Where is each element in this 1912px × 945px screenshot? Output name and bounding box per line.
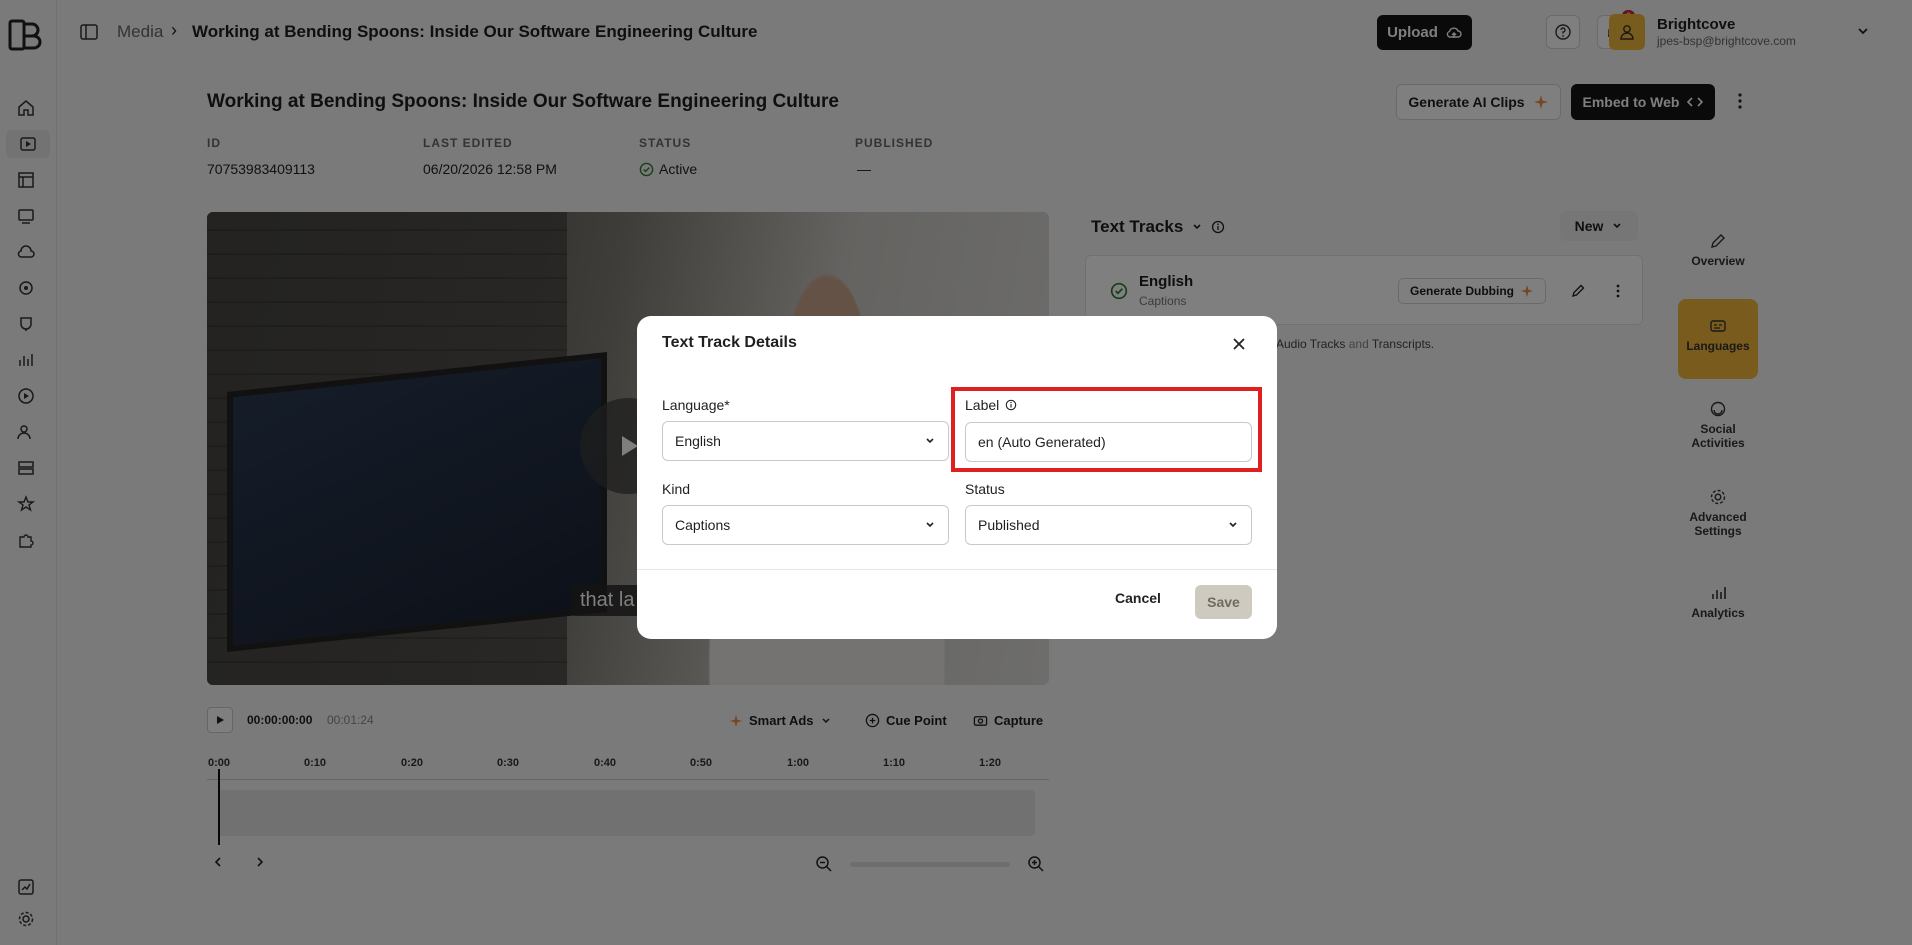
kind-label: Kind — [662, 481, 691, 497]
kind-select[interactable]: Captions — [662, 505, 949, 545]
status-field-label: Status — [965, 481, 1005, 497]
chevron-down-icon — [1229, 522, 1237, 528]
label-input[interactable] — [965, 422, 1252, 462]
label-text: Label — [965, 397, 1000, 413]
chevron-down-icon — [926, 438, 934, 444]
kind-value: Captions — [675, 517, 731, 533]
close-button[interactable] — [1229, 334, 1249, 354]
status-select-value: Published — [978, 517, 1040, 533]
language-select[interactable]: English — [662, 421, 949, 461]
language-value: English — [675, 433, 721, 449]
chevron-down-icon — [926, 522, 934, 528]
modal-title: Text Track Details — [662, 334, 797, 351]
text-track-details-modal: Text Track Details Language* English Lab… — [637, 316, 1277, 639]
language-label: Language* — [662, 397, 730, 413]
save-button[interactable]: Save — [1195, 585, 1252, 619]
label-field-label: Label — [965, 397, 1017, 413]
cancel-button[interactable]: Cancel — [1115, 590, 1161, 606]
status-select[interactable]: Published — [965, 505, 1252, 545]
info-icon[interactable] — [1005, 399, 1017, 411]
modal-divider — [637, 569, 1277, 570]
close-icon — [1233, 338, 1245, 350]
